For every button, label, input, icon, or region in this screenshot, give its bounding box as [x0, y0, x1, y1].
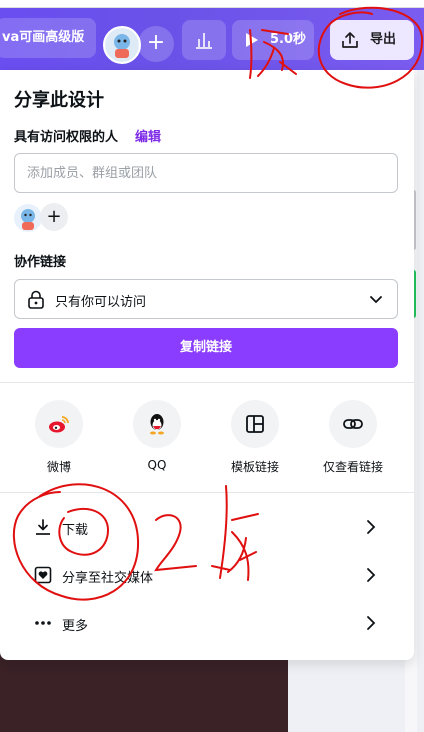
- upgrade-button[interactable]: va可画高级版: [0, 18, 96, 58]
- chevron-right-icon: [367, 616, 376, 630]
- share-social-row[interactable]: 分享至社交媒体: [0, 552, 414, 600]
- link-access-select[interactable]: 只有你可以访问: [14, 279, 398, 319]
- browser-strip: [0, 0, 424, 8]
- collab-link-label: 协作链接: [14, 255, 67, 270]
- chevron-down-icon: [370, 296, 382, 304]
- play-button[interactable]: 5.0秒: [232, 20, 314, 60]
- heart-icon: [34, 566, 52, 584]
- share-option-label: 微博: [46, 460, 71, 474]
- link-icon: [343, 419, 363, 429]
- add-member-input[interactable]: [14, 153, 398, 193]
- share-panel: 分享此设计 具有访问权限的人 编辑 + 协作链接 只有你可以访问 复制链接: [0, 70, 414, 660]
- play-duration: 5.0秒: [270, 32, 307, 47]
- user-avatar[interactable]: [103, 26, 141, 64]
- upload-icon: [342, 32, 358, 48]
- chart-icon: [196, 33, 212, 49]
- lock-icon: [28, 290, 44, 309]
- chevron-right-icon: [367, 568, 376, 582]
- panel-title: 分享此设计: [14, 90, 104, 111]
- member-avatar[interactable]: [14, 204, 42, 232]
- divider: [0, 492, 414, 493]
- share-option-label: 仅查看链接: [322, 460, 383, 474]
- download-row[interactable]: 下载: [0, 504, 414, 552]
- row-label: 更多: [62, 619, 89, 634]
- row-label: 下载: [62, 523, 89, 538]
- weibo-icon: [49, 416, 69, 433]
- copy-link-button[interactable]: 复制链接: [14, 328, 398, 368]
- share-option-weibo[interactable]: 微博: [14, 400, 104, 475]
- edit-access-link[interactable]: 编辑: [135, 126, 161, 145]
- chevron-right-icon: [367, 520, 376, 534]
- canvas-background-dark: [0, 650, 288, 732]
- divider: [0, 382, 414, 383]
- access-label: 具有访问权限的人: [14, 130, 119, 145]
- insights-button[interactable]: [182, 20, 226, 60]
- share-option-template-link[interactable]: 模板链接: [210, 400, 300, 475]
- add-collaborator-button[interactable]: +: [138, 26, 174, 62]
- more-row[interactable]: 更多: [0, 600, 414, 648]
- download-icon: [36, 519, 50, 535]
- export-label: 导出: [370, 32, 397, 47]
- more-icon: [35, 621, 51, 625]
- share-option-label: QQ: [147, 458, 167, 472]
- add-member-button[interactable]: +: [40, 203, 68, 231]
- share-option-view-link[interactable]: 仅查看链接: [308, 400, 398, 475]
- template-icon: [246, 415, 264, 433]
- play-icon: [246, 33, 258, 47]
- qq-icon: [150, 414, 164, 435]
- share-option-qq[interactable]: QQ: [112, 400, 202, 472]
- share-option-label: 模板链接: [230, 460, 279, 474]
- link-access-value: 只有你可以访问: [55, 295, 147, 310]
- row-label: 分享至社交媒体: [62, 571, 154, 586]
- top-toolbar: va可画高级版 + 5.0秒 导出: [0, 8, 424, 70]
- export-button[interactable]: 导出: [330, 20, 414, 60]
